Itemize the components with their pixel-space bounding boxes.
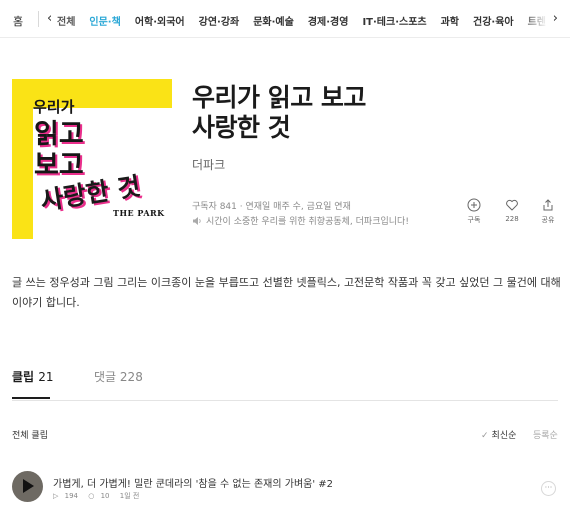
channel-author[interactable]: 더파크 bbox=[192, 156, 225, 173]
category-item-humanities[interactable]: 인문·책 bbox=[89, 13, 120, 28]
nav-fade bbox=[520, 0, 570, 37]
category-item-all[interactable]: 전체 bbox=[57, 13, 75, 28]
subscribe-label: 구독 bbox=[467, 216, 481, 224]
channel-promo-text: 시간이 소중한 우리를 위한 취향공동체, 더파크입니다! bbox=[206, 217, 409, 227]
tab-clips-label: 클립 bbox=[12, 370, 35, 384]
tab-clips-count: 21 bbox=[38, 370, 54, 384]
category-list: 전체 인문·책 어학·외국어 강연·강좌 문화·예술 경제·경영 IT·테크·스포츠 과학 건강… bbox=[57, 13, 560, 28]
category-item-language[interactable]: 어학·외국어 bbox=[135, 13, 185, 28]
category-item-economy[interactable]: 경제·경영 bbox=[308, 13, 349, 28]
subscribe-button[interactable]: 구독 bbox=[464, 198, 484, 225]
like-button[interactable]: 228 bbox=[502, 198, 522, 223]
clip-date: 1일 전 bbox=[119, 492, 140, 500]
chevron-right-icon[interactable]: › bbox=[553, 11, 558, 27]
cover-brand: THE PARK bbox=[113, 208, 165, 218]
clip-comments-count: 10 bbox=[100, 492, 110, 500]
more-options-icon[interactable]: ··· bbox=[541, 481, 556, 496]
tab-comments[interactable]: 댓글 228 bbox=[94, 368, 143, 385]
nav-home-link[interactable]: 홈 bbox=[13, 13, 23, 29]
share-label: 공유 bbox=[541, 216, 555, 224]
like-count: 228 bbox=[505, 215, 519, 223]
category-nav: 홈 ‹ 전체 인문·책 어학·외국어 강연·강좌 문화·예술 경제·경영 IT·테크·스포츠… bbox=[0, 0, 570, 38]
channel-title: 우리가 읽고 보고 사랑한 것 bbox=[192, 83, 366, 143]
plus-circle-icon bbox=[467, 198, 481, 212]
tabs-divider bbox=[12, 400, 558, 401]
clip-item[interactable]: 가볍게, 더 가볍게! 밀란 쿤데라의 '참을 수 없는 존재의 가벼움' #2… bbox=[12, 471, 558, 507]
channel-cover-image: 우리가 읽고 보고 사랑한 것 THE PARK bbox=[12, 79, 172, 239]
play-icon bbox=[23, 479, 34, 493]
channel-meta: 구독자 841 · 연재일 매주 수, 금요일 연재 bbox=[192, 202, 351, 212]
category-item-health[interactable]: 건강·육아 bbox=[473, 13, 514, 28]
check-icon: ✓ bbox=[481, 431, 489, 441]
nav-divider bbox=[38, 11, 39, 27]
channel-promo: 시간이 소중한 우리를 위한 취향공동체, 더파크입니다! bbox=[192, 214, 409, 227]
clip-plays-count: 194 bbox=[64, 492, 78, 500]
heart-icon bbox=[506, 199, 518, 211]
cover-text-3: 보고 bbox=[34, 150, 84, 181]
category-item-lecture[interactable]: 강연·강좌 bbox=[199, 13, 240, 28]
tab-comments-label: 댓글 bbox=[94, 370, 117, 384]
clip-title[interactable]: 가볍게, 더 가볍게! 밀란 쿤데라의 '참을 수 없는 존재의 가벼움' #2 bbox=[53, 475, 333, 490]
clip-plays: ▷ 194 bbox=[53, 492, 82, 500]
active-tab-indicator bbox=[12, 397, 50, 399]
clip-meta: ▷ 194 ○ 10 1일 전 bbox=[53, 491, 143, 501]
channel-title-line-1: 우리가 읽고 보고 bbox=[192, 83, 366, 112]
sort-registered-button[interactable]: 등록순 bbox=[533, 428, 558, 441]
clip-comments: ○ 10 bbox=[88, 492, 113, 500]
channel-description: 글 쓰는 정우성과 그림 그리는 이크종이 눈을 부릅뜨고 선별한 넷플릭스, … bbox=[12, 276, 561, 309]
section-label: 전체 클립 bbox=[12, 431, 48, 441]
tab-comments-count: 228 bbox=[119, 370, 143, 384]
category-item-it[interactable]: IT·테크·스포츠 bbox=[362, 13, 426, 28]
category-item-culture[interactable]: 문화·예술 bbox=[253, 13, 294, 28]
cover-text-1: 우리가 bbox=[33, 98, 75, 116]
cover-text-2: 읽고 bbox=[34, 119, 84, 150]
share-icon bbox=[543, 199, 553, 211]
tab-clips[interactable]: 클립 21 bbox=[12, 368, 54, 385]
speaker-icon bbox=[193, 216, 201, 225]
share-button[interactable]: 공유 bbox=[538, 198, 558, 225]
play-button[interactable] bbox=[12, 471, 43, 502]
comment-small-icon: ○ bbox=[88, 492, 95, 500]
channel-title-line-2: 사랑한 것 bbox=[192, 113, 291, 142]
category-item-science[interactable]: 과학 bbox=[441, 13, 459, 28]
sort-latest-button[interactable]: ✓ 최신순 bbox=[481, 428, 516, 441]
sort-latest-label: 최신순 bbox=[491, 431, 517, 441]
chevron-left-icon[interactable]: ‹ bbox=[47, 11, 52, 27]
play-small-icon: ▷ bbox=[53, 492, 59, 500]
